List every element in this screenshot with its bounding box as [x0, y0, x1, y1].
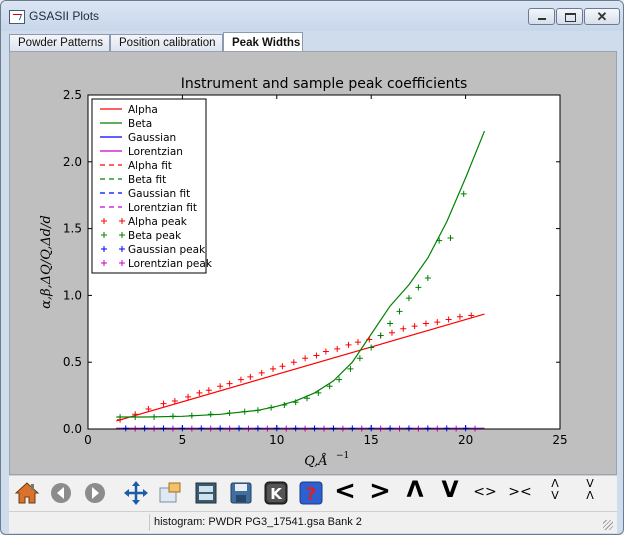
x-tick-label: 0: [84, 433, 92, 447]
home-icon[interactable]: [14, 480, 40, 506]
x-tick-label: 25: [552, 433, 567, 447]
legend-entry: Alpha fit: [128, 160, 172, 172]
y-tick-label: 2.0: [63, 155, 82, 169]
legend-entry: Beta peak: [128, 230, 182, 242]
peak-width-chart[interactable]: Instrument and sample peak coefficients 0…: [10, 52, 616, 474]
maximize-button[interactable]: [556, 8, 583, 25]
y-tick-label: 0.0: [63, 422, 82, 436]
y-tick-label: 2.5: [63, 88, 82, 102]
legend-entry: Beta: [128, 118, 152, 130]
pan-icon[interactable]: [123, 480, 149, 506]
zoom-icon[interactable]: [157, 480, 183, 506]
x-tick-label: 5: [179, 433, 187, 447]
y-axis-label: α,β,ΔQ/Q,Δd/d: [39, 215, 54, 309]
save-icon[interactable]: [228, 480, 254, 506]
expand-vertical-bottom: V: [551, 489, 559, 502]
close-button[interactable]: ✕: [584, 8, 620, 25]
plot-toolbar: K ? < > Λ V <> >< Λ V V Λ: [9, 475, 617, 512]
minimize-icon: [538, 18, 546, 20]
x-axis-label: Q,Å: [304, 453, 328, 469]
status-text: histogram: PWDR PG3_17541.gsa Bank 2: [154, 516, 362, 528]
maximize-icon: [565, 13, 576, 22]
app-plot-icon: [9, 10, 25, 24]
shrink-vertical-button[interactable]: V Λ: [577, 478, 603, 506]
shrink-vertical-bottom: Λ: [586, 489, 594, 502]
x-tick-label: 15: [364, 433, 379, 447]
k-key-icon[interactable]: K: [263, 480, 289, 506]
plot-canvas-area[interactable]: Instrument and sample peak coefficients 0…: [9, 51, 617, 475]
status-separator: [149, 514, 150, 531]
move-right-button[interactable]: >: [367, 478, 393, 506]
x-tick-label: 20: [458, 433, 473, 447]
legend-entry: Lorentzian: [128, 146, 183, 158]
x-tick-label: 10: [269, 433, 284, 447]
y-tick-label: 1.0: [63, 288, 82, 302]
svg-text:?: ?: [306, 484, 316, 505]
legend-entry: Alpha: [128, 104, 158, 116]
tab-powder-patterns[interactable]: Powder Patterns: [9, 34, 110, 51]
legend-entry: Beta fit: [128, 174, 166, 186]
plot-window: GSASII Plots ✕ Powder Patterns Position …: [0, 0, 624, 535]
legend-entry: Lorentzian peak: [128, 258, 213, 270]
tab-peak-widths[interactable]: Peak Widths: [223, 32, 303, 52]
y-tick-label: 0.5: [63, 355, 82, 369]
minimize-button[interactable]: [528, 8, 555, 25]
shrink-horizontal-button[interactable]: ><: [505, 478, 535, 506]
status-bar: histogram: PWDR PG3_17541.gsa Bank 2: [9, 511, 617, 533]
y-tick-label: 1.5: [63, 222, 82, 236]
x-axis-label-superscript: −1: [336, 451, 349, 461]
tab-position-calibration[interactable]: Position calibration: [110, 34, 223, 51]
forward-icon[interactable]: [82, 480, 108, 506]
legend-entry: Alpha peak: [128, 216, 188, 228]
legend-entry: Gaussian peak: [128, 244, 206, 256]
subplots-icon[interactable]: [193, 480, 219, 506]
move-down-button[interactable]: V: [437, 478, 463, 506]
expand-vertical-button[interactable]: Λ V: [542, 478, 568, 506]
legend-entry: Gaussian fit: [128, 188, 190, 200]
legend-entry: Gaussian: [128, 132, 176, 144]
chart-title: Instrument and sample peak coefficients: [181, 76, 468, 92]
move-left-button[interactable]: <: [332, 478, 358, 506]
resize-grip-icon[interactable]: [603, 520, 613, 530]
title-bar[interactable]: GSASII Plots ✕: [1, 1, 623, 31]
close-icon: ✕: [596, 9, 608, 24]
window-title: GSASII Plots: [29, 9, 100, 23]
legend-entry: Lorentzian fit: [128, 202, 197, 214]
move-up-button[interactable]: Λ: [402, 478, 428, 506]
help-icon[interactable]: ?: [298, 480, 324, 506]
back-icon[interactable]: [48, 480, 74, 506]
expand-horizontal-button[interactable]: <>: [470, 478, 500, 506]
svg-text:K: K: [270, 485, 283, 503]
